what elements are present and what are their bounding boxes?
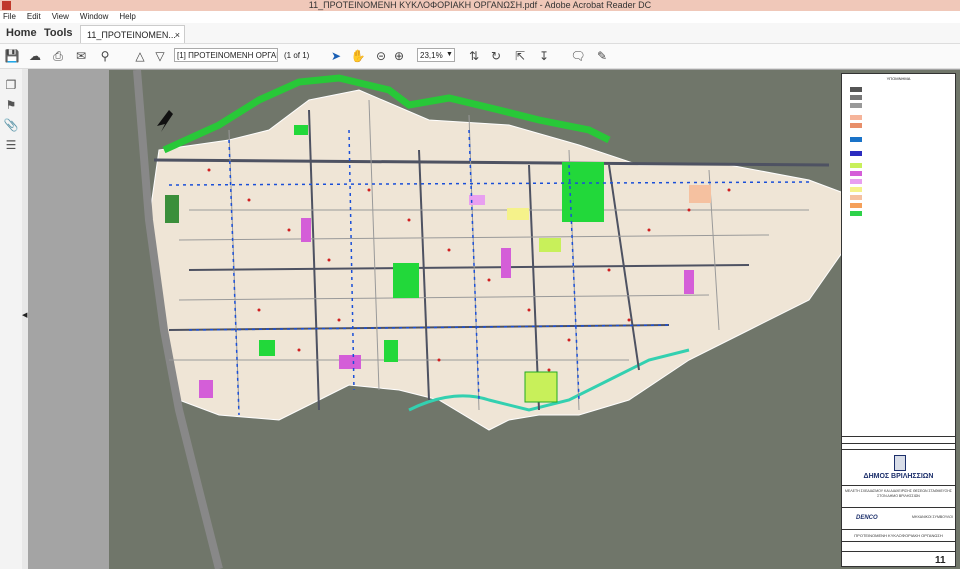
- zoom-out-icon[interactable]: ⊝: [373, 48, 389, 64]
- page-count: (1 of 1): [284, 51, 310, 60]
- map-drawing: [109, 70, 960, 569]
- pdf-page[interactable]: [109, 70, 960, 569]
- rotate-icon[interactable]: ↻: [488, 48, 504, 64]
- legend-row: [850, 162, 950, 168]
- full-screen-icon[interactable]: ⇱: [512, 48, 528, 64]
- print-icon[interactable]: ⎙: [50, 48, 66, 64]
- menu-file[interactable]: File: [3, 12, 16, 21]
- park-2: [393, 263, 419, 298]
- public-building-2: [501, 248, 511, 278]
- legend-row: [850, 122, 950, 128]
- legend-row: [850, 86, 950, 92]
- hand-icon[interactable]: ✋: [350, 48, 366, 64]
- tab-tools[interactable]: Tools: [44, 23, 73, 43]
- tab-document-label: 11_ΠΡΟΤΕΙΝΟΜΕΝ...: [87, 30, 176, 40]
- legend-row: [850, 114, 950, 120]
- church-1: [507, 208, 529, 220]
- tab-home[interactable]: Home: [6, 23, 37, 43]
- window-title: 11_ΠΡΟΤΕΙΝΟΜΕΝΗ ΚΥΚΛΟΦΟΡΙΑΚΗ ΟΡΓΑΝΩΣΗ.pd…: [308, 0, 652, 10]
- consultant-logo: DENCO: [856, 515, 878, 521]
- zoom-in-icon[interactable]: ⊕: [391, 48, 407, 64]
- public-building-4: [199, 380, 213, 398]
- school-1: [524, 371, 558, 403]
- study-title: ΜΕΛΕΤΗ ΣΧΕΔΙΑΣΜΟΥ ΚΑΙ ΔΙΑΧΕΙΡΙΣΗΣ ΘΕΣΕΩΝ…: [845, 489, 952, 498]
- park-5: [294, 125, 308, 135]
- school-2: [539, 238, 561, 252]
- acrobat-app-icon: [2, 1, 11, 10]
- page-thumbnails-icon[interactable]: ❐: [3, 77, 19, 93]
- legend-row: [850, 170, 950, 176]
- page-number-input[interactable]: [1] ΠΡΟΤΕΙΝΟΜΕΝΗ ΟΡΓΑΝΩΣΗ: [174, 48, 278, 62]
- sheet-number: 11: [935, 555, 946, 566]
- cloud-upload-icon[interactable]: ☁: [27, 48, 43, 64]
- menu-help[interactable]: Help: [119, 12, 135, 21]
- toolbar: 💾 ☁ ⎙ ✉ ⚲ △ ▽ [1] ΠΡΟΤΕΙΝΟΜΕΝΗ ΟΡΓΑΝΩΣΗ …: [0, 44, 960, 69]
- prev-page-icon[interactable]: △: [132, 48, 148, 64]
- title-block: ΔΗΜΟΣ ΒΡΙΛΗΣΣΙΩΝ ΜΕΛΕΤΗ ΣΧΕΔΙΑΣΜΟΥ ΚΑΙ Δ…: [841, 436, 956, 567]
- public-building-3: [339, 355, 361, 369]
- tab-document[interactable]: 11_ΠΡΟΤΕΙΝΟΜΕΝ... ×: [80, 25, 185, 43]
- public-building-5: [684, 270, 694, 294]
- open-space-1: [689, 185, 711, 203]
- drawing-name: ΠΡΟΤΕΙΝΟΜΕΝΗ ΚΥΚΛΟΦΟΡΙΑΚΗ ΟΡΓΑΝΩΣΗ: [854, 533, 943, 538]
- scroll-mode-icon[interactable]: ↧: [536, 48, 552, 64]
- navigation-pane: ❐ ⚑ 📎 ☰: [0, 69, 23, 569]
- municipality-emblem-icon: [894, 455, 906, 471]
- legend-row: [850, 202, 950, 208]
- park-3: [259, 340, 275, 356]
- legend-row: [850, 178, 950, 184]
- fit-page-icon[interactable]: ⇅: [466, 48, 482, 64]
- stadium: [165, 195, 179, 223]
- menu-edit[interactable]: Edit: [27, 12, 41, 21]
- search-icon[interactable]: ⚲: [97, 48, 113, 64]
- legend-row: [850, 136, 950, 142]
- legend-row: [850, 94, 950, 100]
- layers-icon[interactable]: ☰: [3, 137, 19, 153]
- select-cursor-icon[interactable]: ➤: [328, 48, 344, 64]
- comment-icon[interactable]: 🗨: [570, 48, 586, 64]
- municipality-name: ΔΗΜΟΣ ΒΡΙΛΗΣΣΙΩΝ: [863, 473, 934, 480]
- save-icon[interactable]: 💾: [4, 48, 20, 64]
- legend-row: [850, 186, 950, 192]
- menu-window[interactable]: Window: [80, 12, 108, 21]
- chevron-down-icon[interactable]: ▼: [446, 48, 453, 62]
- chevron-left-icon[interactable]: ◀: [22, 311, 27, 319]
- consultant-subtitle: ΜΗΧΑΝΙΚΟΙ ΣΥΜΒΟΥΛΟΙ: [912, 515, 953, 519]
- legend-title: ΥΠΟΜΝΗΜΑ: [886, 76, 911, 81]
- bookmark-icon[interactable]: ⚑: [3, 97, 19, 113]
- legend-row: [850, 150, 950, 156]
- sign-icon[interactable]: ✎: [594, 48, 610, 64]
- park-1: [562, 162, 604, 222]
- next-page-icon[interactable]: ▽: [152, 48, 168, 64]
- park-4: [384, 340, 398, 362]
- menu-bar: File Edit View Window Help: [0, 11, 960, 23]
- attachment-icon[interactable]: 📎: [3, 117, 19, 133]
- legend-row: [850, 102, 950, 108]
- tab-bar: Home Tools 11_ΠΡΟΤΕΙΝΟΜΕΝ... ×: [0, 23, 960, 44]
- close-tab-icon[interactable]: ×: [175, 26, 180, 44]
- legend-row: [850, 210, 950, 216]
- mail-icon[interactable]: ✉: [73, 48, 89, 64]
- legend-row: [850, 194, 950, 200]
- public-building-1: [301, 218, 311, 242]
- menu-view[interactable]: View: [52, 12, 69, 21]
- window-titlebar: 11_ΠΡΟΤΕΙΝΟΜΕΝΗ ΚΥΚΛΟΦΟΡΙΑΚΗ ΟΡΓΑΝΩΣΗ.pd…: [0, 0, 960, 11]
